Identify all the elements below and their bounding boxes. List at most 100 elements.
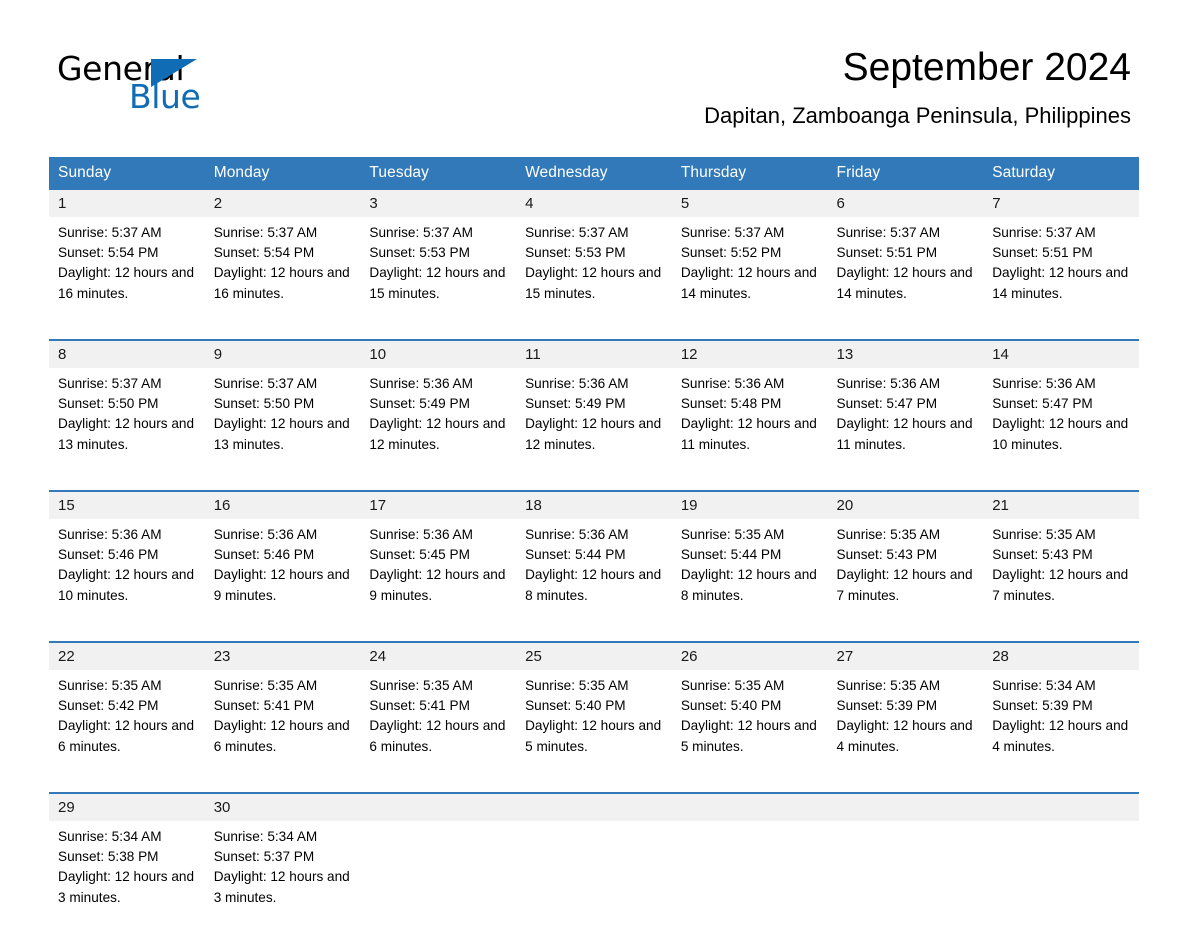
- day-cell[interactable]: Sunrise: 5:35 AM Sunset: 5:41 PM Dayligh…: [204, 670, 361, 793]
- day-number[interactable]: 6: [827, 190, 984, 217]
- daylight-text: Daylight: 12 hours and 7 minutes.: [992, 567, 1129, 603]
- sunset-text: Sunset: 5:40 PM: [680, 698, 782, 714]
- sunrise-text: Sunrise: 5:36 AM: [992, 376, 1096, 391]
- day-cell[interactable]: Sunrise: 5:37 AM Sunset: 5:50 PM Dayligh…: [49, 368, 205, 491]
- day-number[interactable]: 11: [516, 339, 672, 368]
- day-number[interactable]: 22: [49, 641, 205, 670]
- daylight-text: Daylight: 12 hours and 5 minutes.: [680, 718, 817, 754]
- sunset-text: Sunset: 5:44 PM: [680, 547, 782, 563]
- day-number[interactable]: 15: [49, 490, 205, 519]
- day-cell[interactable]: Sunrise: 5:36 AM Sunset: 5:47 PM Dayligh…: [983, 368, 1139, 491]
- day-number[interactable]: 17: [360, 490, 517, 519]
- day-cell[interactable]: Sunrise: 5:37 AM Sunset: 5:52 PM Dayligh…: [671, 217, 828, 340]
- day-number[interactable]: 20: [827, 490, 984, 519]
- day-cell[interactable]: Sunrise: 5:36 AM Sunset: 5:48 PM Dayligh…: [671, 368, 828, 491]
- day-cell[interactable]: Sunrise: 5:35 AM Sunset: 5:39 PM Dayligh…: [827, 670, 984, 793]
- day-cell[interactable]: Sunrise: 5:34 AM Sunset: 5:38 PM Dayligh…: [49, 821, 205, 943]
- week-info-row: Sunrise: 5:35 AM Sunset: 5:42 PM Dayligh…: [49, 670, 1139, 793]
- day-cell[interactable]: Sunrise: 5:36 AM Sunset: 5:49 PM Dayligh…: [516, 368, 672, 491]
- sunset-text: Sunset: 5:37 PM: [213, 849, 315, 865]
- day-cell[interactable]: Sunrise: 5:35 AM Sunset: 5:40 PM Dayligh…: [671, 670, 828, 793]
- day-cell[interactable]: Sunrise: 5:36 AM Sunset: 5:47 PM Dayligh…: [827, 368, 984, 491]
- sunrise-text: Sunrise: 5:35 AM: [58, 678, 162, 693]
- day-number[interactable]: 1: [49, 190, 205, 217]
- week-info-row: Sunrise: 5:36 AM Sunset: 5:46 PM Dayligh…: [49, 519, 1139, 642]
- sunrise-text: Sunrise: 5:35 AM: [992, 527, 1096, 542]
- day-number[interactable]: 13: [827, 339, 984, 368]
- day-cell[interactable]: Sunrise: 5:37 AM Sunset: 5:51 PM Dayligh…: [827, 217, 984, 340]
- day-cell[interactable]: Sunrise: 5:34 AM Sunset: 5:37 PM Dayligh…: [204, 821, 361, 943]
- day-number[interactable]: 28: [983, 641, 1139, 670]
- daylight-text: Daylight: 12 hours and 10 minutes.: [992, 416, 1129, 452]
- sunrise-text: Sunrise: 5:36 AM: [525, 527, 629, 542]
- general-blue-logo: General Blue: [57, 52, 287, 114]
- sunset-text: Sunset: 5:38 PM: [58, 849, 159, 865]
- sunrise-text: Sunrise: 5:37 AM: [369, 225, 473, 240]
- day-cell[interactable]: Sunrise: 5:35 AM Sunset: 5:41 PM Dayligh…: [360, 670, 517, 793]
- week-daynum-row: 1 2 3 4 5 6 7: [49, 190, 1139, 217]
- day-cell[interactable]: Sunrise: 5:37 AM Sunset: 5:53 PM Dayligh…: [516, 217, 672, 340]
- day-cell[interactable]: Sunrise: 5:35 AM Sunset: 5:43 PM Dayligh…: [983, 519, 1139, 642]
- day-number[interactable]: 9: [204, 339, 361, 368]
- sunset-text: Sunset: 5:39 PM: [992, 698, 1093, 714]
- sunset-text: Sunset: 5:52 PM: [680, 245, 782, 261]
- day-cell[interactable]: Sunrise: 5:36 AM Sunset: 5:45 PM Dayligh…: [360, 519, 517, 642]
- day-number[interactable]: 7: [983, 190, 1139, 217]
- day-number[interactable]: 27: [827, 641, 984, 670]
- daylight-text: Daylight: 12 hours and 12 minutes.: [369, 416, 506, 452]
- day-number[interactable]: 3: [360, 190, 517, 217]
- day-number[interactable]: 23: [204, 641, 361, 670]
- location-subtitle: Dapitan, Zamboanga Peninsula, Philippine…: [704, 103, 1131, 128]
- day-cell[interactable]: Sunrise: 5:37 AM Sunset: 5:53 PM Dayligh…: [360, 217, 517, 340]
- sunset-text: Sunset: 5:54 PM: [58, 245, 159, 261]
- day-cell[interactable]: Sunrise: 5:37 AM Sunset: 5:51 PM Dayligh…: [983, 217, 1139, 340]
- day-number[interactable]: 8: [49, 339, 205, 368]
- day-number[interactable]: 5: [671, 190, 828, 217]
- sunrise-text: Sunrise: 5:36 AM: [369, 376, 473, 391]
- daylight-text: Daylight: 12 hours and 15 minutes.: [525, 265, 662, 301]
- day-number[interactable]: 4: [516, 190, 672, 217]
- sunset-text: Sunset: 5:47 PM: [992, 396, 1093, 412]
- sunrise-text: Sunrise: 5:35 AM: [369, 678, 473, 693]
- day-number[interactable]: 10: [360, 339, 517, 368]
- day-number[interactable]: 26: [671, 641, 828, 670]
- day-number[interactable]: 12: [671, 339, 828, 368]
- day-cell[interactable]: Sunrise: 5:36 AM Sunset: 5:46 PM Dayligh…: [49, 519, 205, 642]
- day-cell[interactable]: Sunrise: 5:36 AM Sunset: 5:49 PM Dayligh…: [360, 368, 517, 491]
- day-cell[interactable]: Sunrise: 5:36 AM Sunset: 5:46 PM Dayligh…: [204, 519, 361, 642]
- day-number[interactable]: 16: [204, 490, 361, 519]
- sunset-text: Sunset: 5:49 PM: [525, 396, 626, 412]
- day-number[interactable]: 18: [516, 490, 672, 519]
- day-cell[interactable]: Sunrise: 5:37 AM Sunset: 5:50 PM Dayligh…: [204, 368, 361, 491]
- sunset-text: Sunset: 5:48 PM: [680, 396, 782, 412]
- sunrise-text: Sunrise: 5:35 AM: [213, 678, 318, 693]
- sunrise-text: Sunrise: 5:37 AM: [58, 225, 162, 240]
- sunset-text: Sunset: 5:50 PM: [58, 396, 159, 412]
- day-number-empty: [516, 792, 672, 821]
- day-cell-empty: [827, 821, 984, 943]
- day-cell[interactable]: Sunrise: 5:34 AM Sunset: 5:39 PM Dayligh…: [983, 670, 1139, 793]
- day-cell[interactable]: Sunrise: 5:36 AM Sunset: 5:44 PM Dayligh…: [516, 519, 672, 642]
- day-cell[interactable]: Sunrise: 5:35 AM Sunset: 5:40 PM Dayligh…: [516, 670, 672, 793]
- day-number-empty: [671, 792, 828, 821]
- day-number[interactable]: 14: [983, 339, 1139, 368]
- calendar-page: General Blue September 2024 Dapitan, Zam…: [0, 0, 1188, 943]
- title-block: September 2024 Dapitan, Zamboanga Penins…: [704, 44, 1131, 129]
- sunset-text: Sunset: 5:41 PM: [369, 698, 470, 714]
- day-number[interactable]: 25: [516, 641, 672, 670]
- day-number[interactable]: 29: [49, 792, 205, 821]
- day-cell[interactable]: Sunrise: 5:37 AM Sunset: 5:54 PM Dayligh…: [204, 217, 361, 340]
- day-number[interactable]: 21: [983, 490, 1139, 519]
- sunrise-text: Sunrise: 5:34 AM: [58, 829, 162, 844]
- day-cell[interactable]: Sunrise: 5:37 AM Sunset: 5:54 PM Dayligh…: [49, 217, 205, 340]
- day-number[interactable]: 19: [671, 490, 828, 519]
- day-number[interactable]: 24: [360, 641, 517, 670]
- day-cell[interactable]: Sunrise: 5:35 AM Sunset: 5:43 PM Dayligh…: [827, 519, 984, 642]
- sunset-text: Sunset: 5:54 PM: [213, 245, 315, 261]
- day-number[interactable]: 30: [204, 792, 361, 821]
- day-number[interactable]: 2: [204, 190, 361, 217]
- daylight-text: Daylight: 12 hours and 5 minutes.: [525, 718, 662, 754]
- day-cell[interactable]: Sunrise: 5:35 AM Sunset: 5:42 PM Dayligh…: [49, 670, 205, 793]
- day-cell[interactable]: Sunrise: 5:35 AM Sunset: 5:44 PM Dayligh…: [671, 519, 828, 642]
- daylight-text: Daylight: 12 hours and 9 minutes.: [369, 567, 506, 603]
